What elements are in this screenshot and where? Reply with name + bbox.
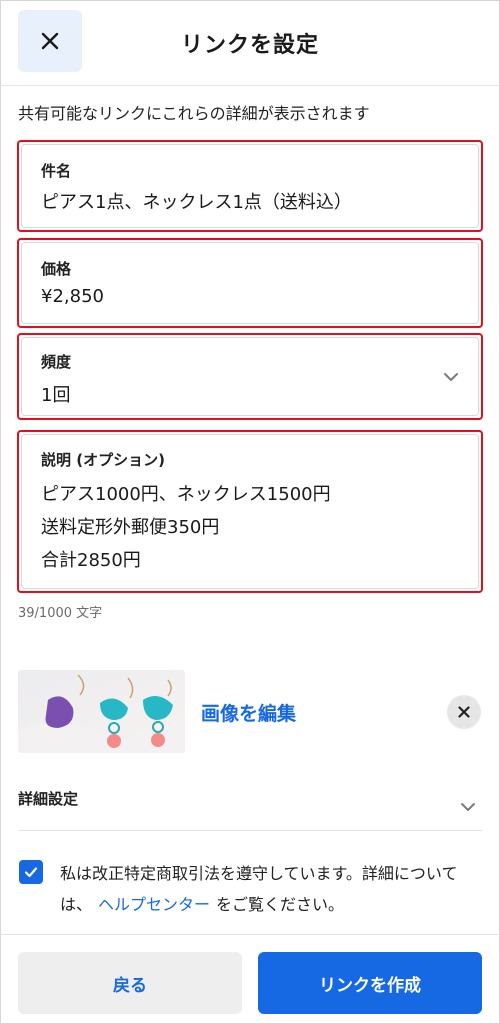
- page-subtitle: 共有可能なリンクにこれらの詳細が表示されます: [18, 104, 370, 123]
- chevron-down-icon[interactable]: [441, 367, 461, 387]
- page-title: リンクを設定: [180, 33, 319, 58]
- checkmark-icon: [24, 867, 38, 878]
- char-counter: 39/1000 文字: [18, 606, 103, 621]
- product-image-thumbnail: [18, 670, 185, 753]
- divider: [0, 934, 500, 935]
- price-field[interactable]: 価格 ¥2,850: [17, 238, 483, 328]
- chevron-down-icon[interactable]: [458, 797, 478, 817]
- remove-image-button[interactable]: [447, 695, 481, 729]
- consent-checkbox[interactable]: [19, 860, 43, 884]
- description-field[interactable]: 説明 (オプション) ピアス1000円、ネックレス1500円 送料定形外郵便35…: [17, 430, 483, 593]
- help-center-link[interactable]: ヘルプセンター: [98, 895, 210, 914]
- header: リンクを設定: [0, 0, 500, 86]
- edit-image-link[interactable]: 画像を編集: [201, 699, 296, 726]
- frequency-value[interactable]: 1回: [41, 381, 70, 407]
- subject-field[interactable]: 件名 ピアス1点、ネックレス1点（送料込）: [17, 140, 483, 232]
- subject-input[interactable]: ピアス1点、ネックレス1点（送料込）: [41, 188, 352, 214]
- field-border: [21, 144, 479, 228]
- price-input[interactable]: ¥2,850: [41, 286, 104, 307]
- description-label: 説明 (オプション): [41, 451, 165, 469]
- close-icon: [458, 706, 470, 718]
- field-border: [21, 242, 479, 324]
- field-border: [21, 337, 479, 416]
- description-textarea[interactable]: ピアス1000円、ネックレス1500円 送料定形外郵便350円 合計2850円: [41, 478, 331, 577]
- price-label: 価格: [41, 260, 72, 278]
- consent-text-after: をご覧ください。: [216, 895, 345, 914]
- consent-text: 私は改正特定商取引法を遵守しています。詳細については、 ヘルプセンター をご覧くださ…: [60, 858, 480, 920]
- divider: [18, 830, 482, 831]
- create-link-button[interactable]: リンクを作成: [258, 952, 482, 1014]
- advanced-settings-toggle[interactable]: 詳細設定: [18, 788, 78, 809]
- frequency-select[interactable]: 頻度 1回: [17, 333, 483, 420]
- back-button[interactable]: 戻る: [18, 952, 242, 1014]
- subject-label: 件名: [41, 162, 72, 180]
- frequency-label: 頻度: [41, 353, 72, 371]
